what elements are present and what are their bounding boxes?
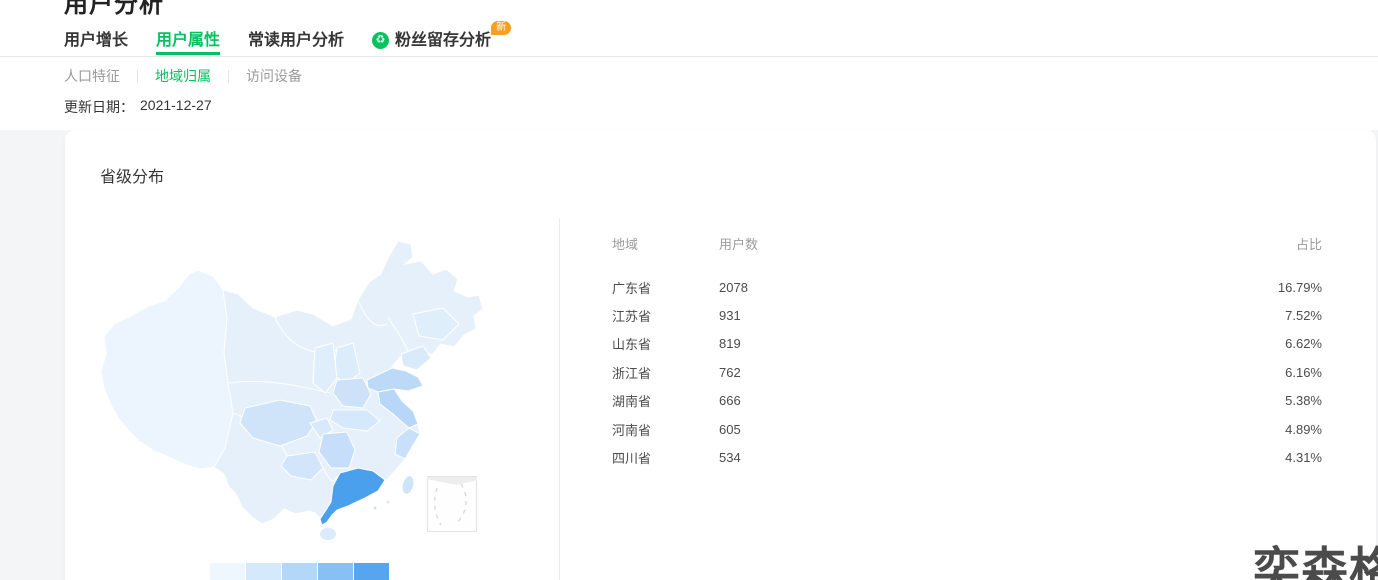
subtab-demographics[interactable]: 人口特征 (64, 66, 120, 86)
header-divider (0, 56, 1378, 57)
tab-fan-retention-label: 粉丝留存分析 (395, 32, 492, 49)
south-china-sea-inset (427, 476, 477, 532)
table-row: 山东省 819 6.62% (612, 330, 1322, 358)
cell-percent: 4.89% (1285, 421, 1322, 437)
table-row: 浙江省 762 6.16% (612, 358, 1322, 386)
recycle-icon: ♻ (372, 32, 390, 49)
cell-count: 666 (719, 393, 741, 409)
cell-count: 819 (719, 336, 741, 352)
cell-region: 河南省 (612, 422, 652, 438)
update-date-row: 更新日期： 2021-12-27 (64, 97, 212, 117)
cell-region: 江苏省 (612, 309, 652, 325)
cell-region: 浙江省 (612, 365, 652, 381)
table-row: 广东省 2078 16.79% (612, 273, 1322, 301)
legend-step (210, 563, 245, 580)
map-region-taiwan (402, 476, 414, 494)
header-count: 用户数 (719, 236, 759, 252)
legend-step (318, 563, 353, 580)
map-region-hainan (320, 528, 336, 540)
cell-percent: 5.38% (1285, 393, 1322, 409)
province-distribution-card: 省级分布 地域 用户数 占比 广东省 2078 16.79% 江苏省 931 7… (65, 130, 1376, 580)
cell-count: 534 (719, 450, 741, 466)
header-percent: 占比 (1295, 236, 1322, 252)
header-region: 地域 (612, 236, 639, 252)
user-analysis-page: 用户分析 用户增长 用户属性 常读用户分析 ♻ 粉丝留存分析 新 人口特征 地域… (0, 0, 1378, 580)
cell-region: 山东省 (612, 337, 652, 353)
main-tabs: 用户增长 用户属性 常读用户分析 ♻ 粉丝留存分析 新 (64, 21, 519, 55)
page-title: 用户分析 (64, 0, 164, 18)
tab-fan-retention[interactable]: ♻ 粉丝留存分析 新 (372, 21, 512, 52)
subtab-separator (137, 69, 138, 83)
cell-percent: 6.62% (1285, 336, 1322, 352)
cell-region: 湖南省 (612, 394, 652, 410)
subtab-region[interactable]: 地域归属 (155, 66, 211, 86)
table-row: 江苏省 931 7.52% (612, 301, 1322, 329)
cell-region: 广东省 (612, 280, 652, 296)
cell-count: 762 (719, 364, 741, 380)
table-row: 四川省 534 4.31% (612, 443, 1322, 471)
cell-percent: 16.79% (1277, 279, 1322, 295)
update-date-value: 2021-12-27 (140, 97, 212, 113)
legend-step (354, 563, 389, 580)
card-vertical-divider (559, 218, 560, 580)
cell-percent: 4.31% (1285, 450, 1322, 466)
tab-user-attributes[interactable]: 用户属性 (156, 32, 221, 55)
cell-count: 605 (719, 421, 741, 437)
new-badge: 新 (491, 21, 512, 35)
sub-tabs: 人口特征 地域归属 访问设备 (64, 66, 302, 86)
table-row: 河南省 605 4.89% (612, 415, 1322, 443)
cell-percent: 6.16% (1285, 364, 1322, 380)
map-legend (210, 563, 389, 580)
subtab-separator (228, 69, 229, 83)
subtab-devices[interactable]: 访问设备 (246, 66, 302, 86)
cell-count: 2078 (719, 279, 748, 295)
china-choropleth-map[interactable] (75, 218, 555, 552)
table-header-row: 地域 用户数 占比 (612, 234, 1322, 252)
watermark: 奕森格 (1253, 543, 1378, 580)
legend-step (246, 563, 281, 580)
cell-region: 四川省 (612, 451, 652, 467)
card-title: 省级分布 (100, 169, 165, 186)
tab-user-growth[interactable]: 用户增长 (64, 32, 128, 52)
cell-count: 931 (719, 308, 741, 324)
map-region-west (100, 269, 234, 470)
table-row: 湖南省 666 5.38% (612, 387, 1322, 415)
region-table: 地域 用户数 占比 广东省 2078 16.79% 江苏省 931 7.52% … (612, 234, 1322, 472)
cell-percent: 7.52% (1285, 308, 1322, 324)
legend-step (282, 563, 317, 580)
tab-frequent-readers[interactable]: 常读用户分析 (248, 32, 344, 52)
update-date-label: 更新日期： (64, 99, 134, 115)
